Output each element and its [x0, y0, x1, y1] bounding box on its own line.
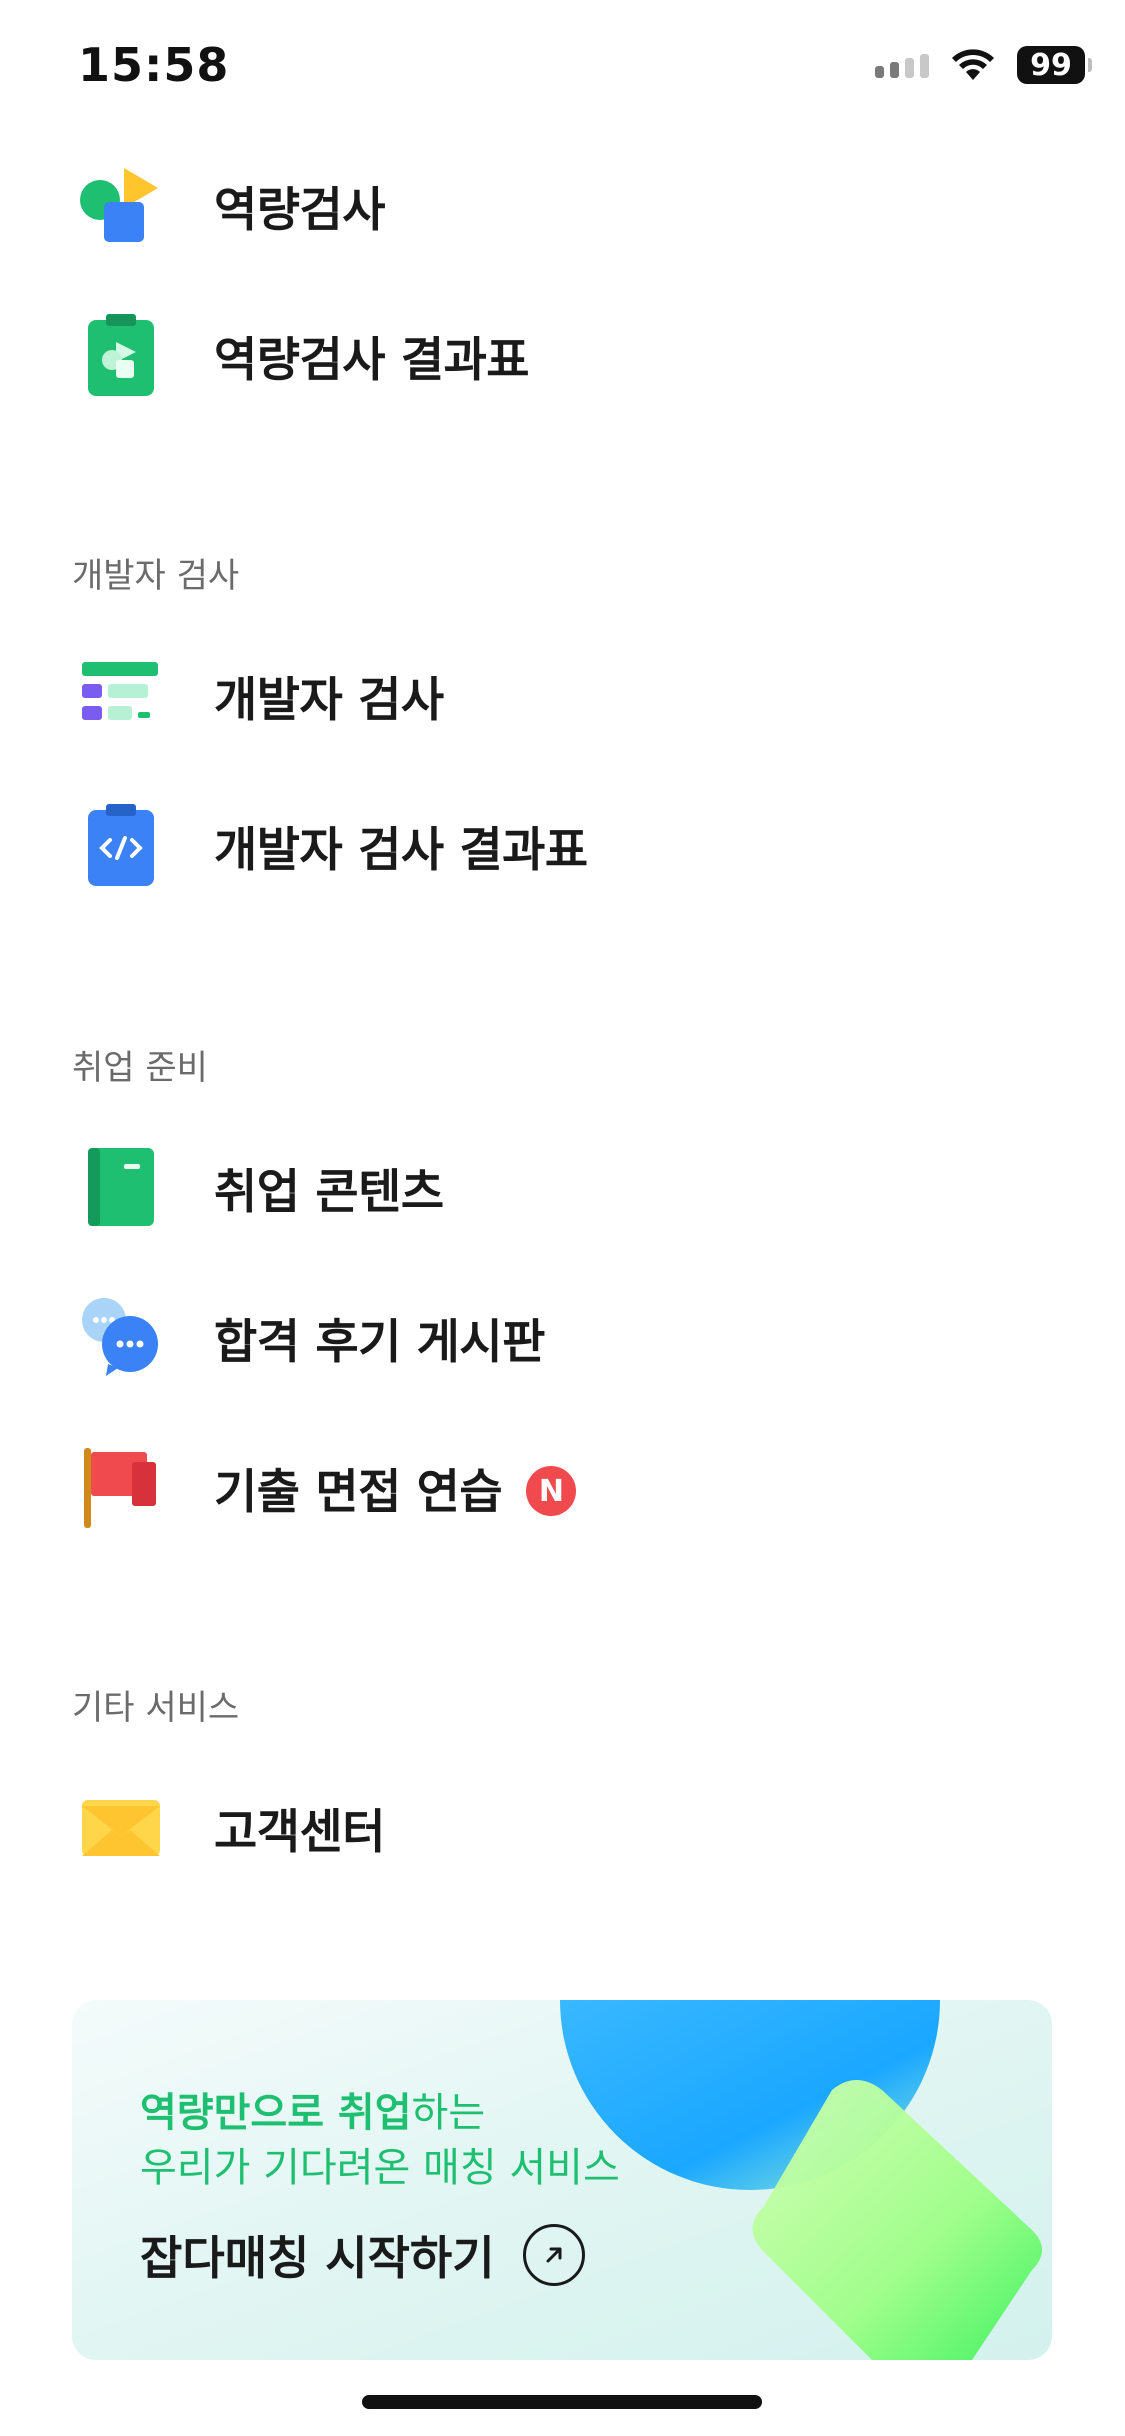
menu-item-text: 기출 면접 연습	[214, 1464, 503, 1520]
battery-icon: 99	[1017, 46, 1092, 84]
menu-item-competency-test[interactable]: 역량검사	[0, 130, 1125, 280]
developer-result-icon	[88, 804, 154, 886]
home-indicator[interactable]	[362, 2395, 762, 2409]
menu-item-label: 역량검사	[214, 182, 385, 238]
status-bar: 15:58 99	[0, 0, 1125, 140]
competency-result-icon	[88, 314, 154, 396]
cellular-signal-icon	[875, 52, 929, 78]
cta-label: 잡다매칭 시작하기	[140, 2231, 495, 2285]
wifi-icon	[952, 49, 994, 80]
menu-item-developer-result[interactable]: 개발자 검사 결과표	[0, 770, 1125, 920]
banner-headline: 역량만으로 취업하는	[140, 2080, 485, 2138]
menu-item-label: 고객센터	[214, 1804, 385, 1860]
status-time: 15:58	[78, 38, 230, 92]
menu-item-label: 합격 후기 게시판	[214, 1314, 545, 1370]
menu-item-label: 기출 면접 연습 N	[214, 1453, 577, 1522]
start-matching-button[interactable]: 잡다매칭 시작하기	[140, 2222, 585, 2288]
competency-test-icon	[80, 168, 158, 242]
menu-item-label: 역량검사 결과표	[214, 332, 530, 388]
menu-item-job-content[interactable]: 취업 콘텐츠	[0, 1112, 1125, 1262]
jobda-matching-banner[interactable]: 역량만으로 취업하는 우리가 기다려온 매칭 서비스 잡다매칭 시작하기	[72, 2000, 1052, 2360]
section-title-other: 기타 서비스	[72, 1688, 240, 1728]
menu-item-developer-test[interactable]: 개발자 검사	[0, 620, 1125, 770]
menu-item-review-board[interactable]: 합격 후기 게시판	[0, 1262, 1125, 1412]
status-icons: 99	[875, 46, 1092, 84]
section-title-developer: 개발자 검사	[72, 556, 240, 596]
menu-item-label: 개발자 검사 결과표	[214, 822, 588, 878]
chat-bubbles-icon	[82, 1298, 158, 1376]
flag-icon	[84, 1448, 156, 1528]
book-icon	[88, 1148, 154, 1226]
developer-test-icon	[82, 662, 158, 720]
menu-item-label: 개발자 검사	[214, 672, 444, 728]
menu-item-competency-result[interactable]: 역량검사 결과표	[0, 280, 1125, 430]
new-badge: N	[526, 1466, 577, 1516]
section-title-job-prep: 취업 준비	[72, 1048, 208, 1088]
envelope-icon	[82, 1800, 160, 1856]
menu-item-interview-practice[interactable]: 기출 면접 연습 N	[0, 1412, 1125, 1562]
arrow-up-right-icon	[522, 2224, 585, 2286]
menu-item-customer-center[interactable]: 고객센터	[0, 1752, 1125, 1902]
banner-subline: 우리가 기다려온 매칭 서비스	[140, 2145, 620, 2191]
banner-headline-rest: 하는	[411, 2090, 486, 2136]
menu-item-label: 취업 콘텐츠	[214, 1164, 444, 1220]
banner-highlight: 역량만으로 취업	[140, 2090, 412, 2136]
